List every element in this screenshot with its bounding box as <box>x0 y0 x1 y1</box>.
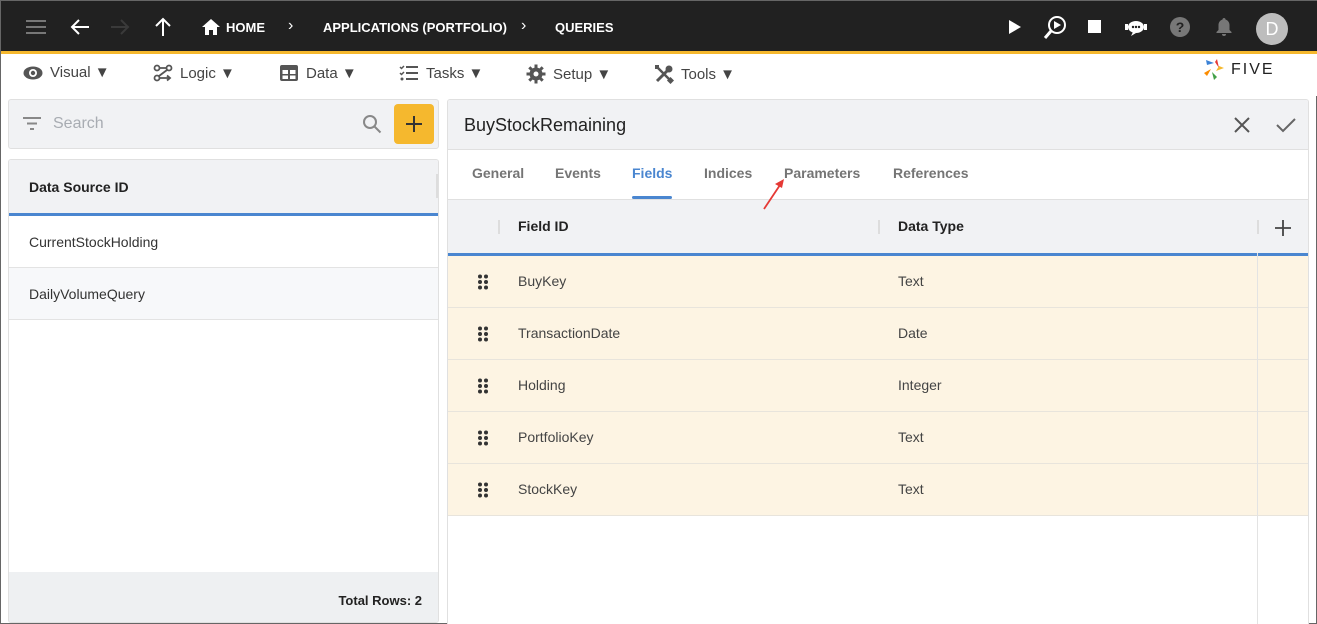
cell-field-id: PortfolioKey <box>518 429 594 445</box>
forward-arrow-icon[interactable] <box>108 15 132 39</box>
menu-setup[interactable]: Setup ▼ <box>526 64 611 84</box>
column-divider[interactable] <box>878 220 880 234</box>
tab-references[interactable]: References <box>893 165 969 181</box>
cell-field-id: BuyKey <box>518 273 567 289</box>
checklist-icon <box>399 65 418 81</box>
avatar[interactable]: D <box>1256 13 1288 45</box>
list-item-label: DailyVolumeQuery <box>29 285 145 302</box>
add-field-button[interactable] <box>1274 219 1292 237</box>
menu-tasks[interactable]: Tasks ▼ <box>399 64 483 82</box>
cell-data-type: Text <box>898 481 924 497</box>
table-row[interactable]: BuyKey Text <box>448 256 1308 308</box>
list-header[interactable]: Data Source ID <box>9 160 438 216</box>
table-icon <box>280 65 298 81</box>
cell-data-type: Integer <box>898 377 942 393</box>
five-logo: FIVE <box>1203 58 1275 82</box>
tab-general[interactable]: General <box>472 165 524 181</box>
tab-fields[interactable]: Fields <box>632 165 672 181</box>
chevron-right-icon: › <box>288 17 294 34</box>
up-arrow-icon[interactable] <box>151 15 175 39</box>
breadcrumb-home[interactable]: HOME <box>226 20 265 35</box>
tab-bar: General Events Fields Indices Parameters… <box>448 150 1308 200</box>
cell-data-type: Date <box>898 325 928 341</box>
column-header-data-source-id: Data Source ID <box>29 178 129 195</box>
close-icon <box>1234 117 1250 133</box>
grid-body: BuyKey Text TransactionDate Date Holding… <box>448 256 1308 516</box>
menu-logic[interactable]: Logic ▼ <box>153 64 235 82</box>
bell-icon[interactable] <box>1212 15 1236 39</box>
table-row[interactable]: PortfolioKey Text <box>448 412 1308 464</box>
search-bar <box>8 99 439 149</box>
list-item[interactable]: DailyVolumeQuery <box>9 268 438 320</box>
menu-data[interactable]: Data ▼ <box>279 64 357 82</box>
avatar-initial: D <box>1265 18 1279 39</box>
table-row[interactable]: TransactionDate Date <box>448 308 1308 360</box>
breadcrumb-queries[interactable]: QUERIES <box>555 20 614 35</box>
breadcrumb-applications[interactable]: APPLICATIONS (PORTFOLIO) <box>323 20 507 35</box>
back-arrow-icon[interactable] <box>68 15 92 39</box>
column-divider[interactable] <box>436 174 438 198</box>
search-play-icon[interactable] <box>1041 15 1069 39</box>
tab-events[interactable]: Events <box>555 165 601 181</box>
cell-field-id: TransactionDate <box>518 325 621 341</box>
column-divider[interactable] <box>498 220 500 234</box>
table-row[interactable]: Holding Integer <box>448 360 1308 412</box>
stop-icon[interactable] <box>1083 15 1107 39</box>
chevron-right-icon: › <box>521 17 527 34</box>
logic-flow-icon <box>153 64 173 82</box>
menu-bar: Visual ▼ Logic ▼ Data ▼ Tasks ▼ Setup ▼ … <box>1 54 1317 96</box>
plus-icon <box>406 116 422 132</box>
column-divider[interactable] <box>1257 220 1259 234</box>
gear-icon <box>526 64 546 84</box>
detail-title: BuyStockRemaining <box>464 115 627 135</box>
close-button[interactable] <box>1230 113 1254 137</box>
data-source-list: Data Source ID CurrentStockHolding Daily… <box>8 159 439 623</box>
filter-icon[interactable] <box>23 117 41 131</box>
menu-visual[interactable]: Visual ▼ <box>23 64 110 81</box>
play-icon[interactable] <box>1003 15 1027 39</box>
list-item[interactable]: CurrentStockHolding <box>9 216 438 268</box>
drag-handle-icon[interactable] <box>477 430 489 446</box>
detail-header: BuyStockRemaining <box>448 100 1308 150</box>
cell-field-id: Holding <box>518 377 566 393</box>
total-rows: Total Rows: 2 <box>338 592 422 608</box>
column-header-field-id[interactable]: Field ID <box>518 218 569 234</box>
chat-bot-icon[interactable] <box>1123 15 1149 39</box>
detail-panel: BuyStockRemaining General Events Fields … <box>447 99 1309 624</box>
five-logo-icon <box>1204 59 1224 80</box>
add-button[interactable] <box>394 104 434 144</box>
drag-handle-icon[interactable] <box>477 378 489 394</box>
drag-handle-icon[interactable] <box>477 326 489 342</box>
table-row[interactable]: StockKey Text <box>448 464 1308 516</box>
tools-icon <box>655 65 674 84</box>
menu-icon[interactable] <box>24 15 48 39</box>
check-icon <box>1276 118 1296 133</box>
top-bar: HOME › APPLICATIONS (PORTFOLIO) › QUERIE… <box>1 1 1317 54</box>
grid-header: Field ID Data Type <box>448 200 1308 256</box>
plus-icon <box>1275 220 1291 236</box>
drag-handle-icon[interactable] <box>477 274 489 290</box>
svg-text:?: ? <box>1176 19 1185 35</box>
column-divider <box>1257 253 1258 624</box>
column-header-data-type[interactable]: Data Type <box>898 218 964 234</box>
cell-field-id: StockKey <box>518 481 578 497</box>
menu-tools[interactable]: Tools ▼ <box>654 64 735 84</box>
eye-icon <box>23 66 43 79</box>
drag-handle-icon[interactable] <box>477 482 489 498</box>
cell-data-type: Text <box>898 429 924 445</box>
help-icon[interactable]: ? <box>1168 15 1192 39</box>
cell-data-type: Text <box>898 273 924 289</box>
search-icon[interactable] <box>362 114 382 134</box>
annotation-arrow-icon <box>763 179 784 210</box>
list-item-label: CurrentStockHolding <box>29 233 159 250</box>
save-button[interactable] <box>1274 113 1298 137</box>
tab-indices[interactable]: Indices <box>704 165 752 181</box>
tab-parameters[interactable]: Parameters <box>784 165 860 181</box>
active-tab-indicator <box>632 196 672 199</box>
home-icon[interactable] <box>199 15 223 39</box>
search-input[interactable] <box>53 112 353 136</box>
list-footer: Total Rows: 2 <box>9 572 438 622</box>
